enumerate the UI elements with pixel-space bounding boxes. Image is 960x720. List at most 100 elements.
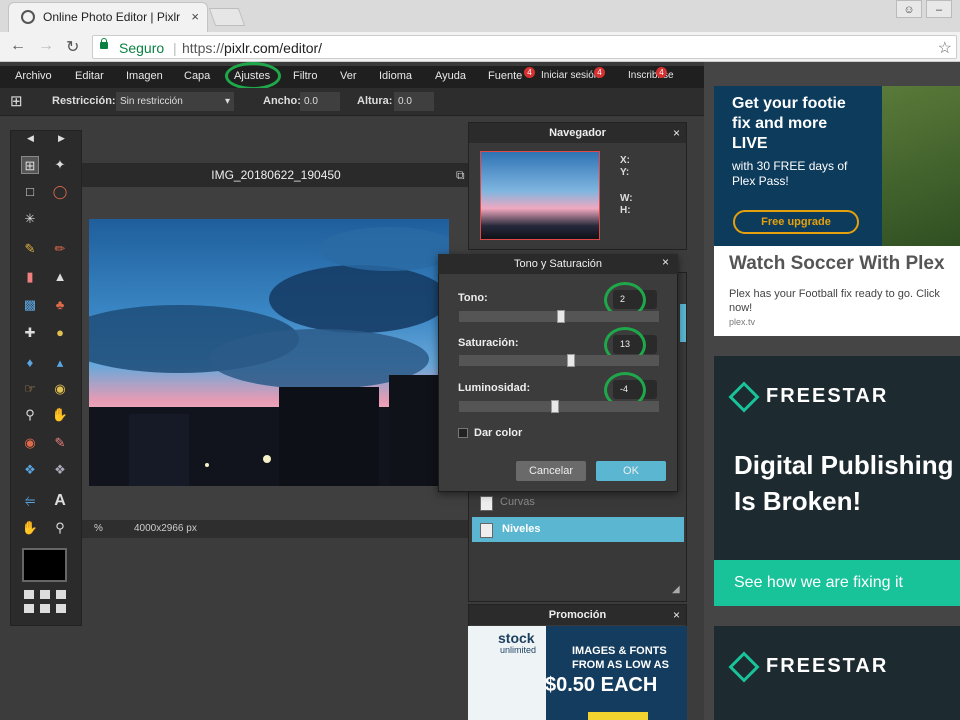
promo-title: Promoción — [469, 605, 686, 625]
luminosidad-slider[interactable] — [459, 401, 659, 412]
saturacion-slider-thumb[interactable] — [567, 354, 575, 367]
pixlr-favicon-icon — [21, 10, 35, 24]
ok-button[interactable]: OK — [596, 461, 666, 481]
dialog-close-icon[interactable]: × — [662, 255, 669, 269]
drawing-tool-icon[interactable]: ● — [51, 324, 69, 342]
zoom-tool-icon[interactable]: ⚲ — [51, 519, 69, 537]
menu-ver[interactable]: Ver — [340, 66, 357, 88]
saturacion-slider[interactable] — [459, 355, 659, 366]
panel-scroll-indicator — [680, 304, 686, 342]
promo-banner[interactable]: stock unlimited IMAGES & FONTS FROM AS L… — [468, 626, 687, 720]
grid-view-icon[interactable] — [40, 590, 50, 599]
history-item-curvas[interactable]: Curvas — [472, 490, 684, 514]
menu-editar[interactable]: Editar — [75, 66, 104, 88]
history-item-label: Niveles — [502, 523, 541, 535]
dodge-tool-icon[interactable]: ⚲ — [21, 406, 39, 424]
restore-icon[interactable]: ⧉ — [456, 168, 465, 183]
menu-idioma[interactable]: Idioma — [379, 66, 412, 88]
width-label: Ancho: — [263, 95, 301, 107]
url-scheme: https:// — [182, 40, 225, 56]
chevron-down-icon: ▾ — [224, 96, 230, 107]
luminosidad-slider-thumb[interactable] — [551, 400, 559, 413]
width-input[interactable]: 0.0 — [300, 92, 340, 111]
crop-tool-icon[interactable]: ⊞ — [21, 156, 39, 174]
smudge-tool-icon[interactable]: ☞ — [21, 380, 39, 398]
blur-tool-icon[interactable]: ♦ — [21, 354, 39, 372]
spot-heal-tool-icon[interactable]: ✎ — [51, 434, 69, 452]
lasso-tool-icon[interactable]: ◯ — [51, 183, 69, 201]
register-link[interactable]: Inscribirse — [628, 66, 674, 88]
gradient-tool-icon[interactable]: ▩ — [21, 296, 39, 314]
history-item-niveles[interactable]: Niveles — [472, 517, 684, 542]
navigator-thumbnail[interactable] — [480, 151, 600, 240]
url-text: https://pixlr.com/editor/ — [182, 40, 322, 56]
menu-capa[interactable]: Capa — [184, 66, 210, 88]
color-swatch[interactable] — [22, 548, 67, 582]
sponge-tool-icon[interactable]: ◉ — [51, 380, 69, 398]
promo-price: $0.50 EACH — [545, 674, 658, 696]
wand-tool-icon[interactable]: ✳ — [21, 210, 39, 228]
menu-filtro[interactable]: Filtro — [293, 66, 317, 88]
toolbox-next-icon[interactable]: ▶ — [58, 133, 65, 144]
bucket-tool-icon[interactable]: ▲ — [51, 268, 69, 286]
tab-title: Online Photo Editor | Pixlr — [43, 10, 181, 24]
login-link[interactable]: Iniciar sesión — [541, 66, 599, 88]
text-tool-icon[interactable]: A — [51, 492, 69, 510]
plex-free-upgrade-button[interactable]: Free upgrade — [733, 210, 859, 234]
crop-icon: ⊞ — [10, 93, 23, 110]
freestar-brand-2: FREESTAR — [766, 655, 889, 677]
grid-view-icon[interactable] — [24, 590, 34, 599]
luminosidad-label: Luminosidad: — [458, 382, 531, 394]
navigator-close-icon[interactable]: × — [673, 123, 680, 143]
nav-x-label: X: — [620, 155, 630, 166]
menu-fuente[interactable]: Fuente — [488, 66, 522, 88]
notification-badge: 4 — [656, 67, 667, 78]
browser-tab[interactable]: Online Photo Editor | Pixlr × — [8, 2, 208, 32]
forward-icon[interactable]: → — [38, 37, 54, 55]
back-icon[interactable]: ← — [10, 37, 26, 55]
redeye-tool-icon[interactable]: ◉ — [21, 434, 39, 452]
menu-archivo[interactable]: Archivo — [15, 66, 52, 88]
profile-icon[interactable]: ☺ — [896, 0, 922, 18]
sharpen-tool-icon[interactable]: ▴ — [51, 354, 69, 372]
tono-slider-thumb[interactable] — [557, 310, 565, 323]
freestar-cta-button[interactable]: See how we are fixing it — [714, 560, 960, 606]
stamp-tool-icon[interactable]: ♣ — [51, 296, 69, 314]
zoom-readout: % — [94, 523, 103, 534]
bookmark-star-icon[interactable]: ☆ — [938, 38, 952, 58]
marquee-tool-icon[interactable]: □ — [21, 183, 39, 201]
url-input[interactable]: Seguro | https://pixlr.com/editor/ ☆ — [92, 35, 957, 59]
plex-ad-domain: plex.tv — [729, 317, 756, 327]
grid-view-icon[interactable] — [24, 604, 34, 613]
hand-tool-icon[interactable]: ✋ — [21, 519, 39, 537]
menu-ayuda[interactable]: Ayuda — [435, 66, 466, 88]
minimize-icon[interactable]: – — [926, 0, 952, 18]
burn-tool-icon[interactable]: ✋ — [51, 406, 69, 424]
resize-grip-icon[interactable]: ◢ — [672, 584, 680, 595]
bloat-tool-icon[interactable]: ❖ — [21, 461, 39, 479]
colorize-checkbox[interactable] — [458, 428, 468, 438]
height-input[interactable]: 0.0 — [394, 92, 434, 111]
pinch-tool-icon[interactable]: ❖ — [51, 461, 69, 479]
photo-canvas[interactable] — [89, 219, 449, 486]
grid-view-icon[interactable] — [56, 604, 66, 613]
reload-icon[interactable]: ↻ — [66, 37, 79, 57]
cancel-button[interactable]: Cancelar — [516, 461, 586, 481]
move-tool-icon[interactable]: ✦ — [51, 156, 69, 174]
height-label: Altura: — [357, 95, 393, 107]
promo-close-icon[interactable]: × — [673, 605, 680, 625]
picker-tool-icon[interactable]: ⥢ — [21, 492, 39, 510]
restriction-select[interactable]: Sin restricción ▾ — [116, 92, 234, 111]
new-tab-button[interactable] — [208, 8, 246, 26]
grid-view-icon[interactable] — [56, 590, 66, 599]
tab-close-icon[interactable]: × — [191, 9, 199, 24]
eraser-tool-icon[interactable]: ▮ — [21, 268, 39, 286]
grid-view-icon[interactable] — [40, 604, 50, 613]
saturacion-label: Saturación: — [458, 337, 519, 349]
brush-tool-icon[interactable]: ✏ — [51, 240, 69, 258]
sunset-photo-image — [89, 227, 449, 486]
toolbox-prev-icon[interactable]: ◀ — [27, 133, 34, 144]
pencil-tool-icon[interactable]: ✎ — [21, 240, 39, 258]
menu-imagen[interactable]: Imagen — [126, 66, 163, 88]
colorreplace-tool-icon[interactable]: ✚ — [21, 324, 39, 342]
